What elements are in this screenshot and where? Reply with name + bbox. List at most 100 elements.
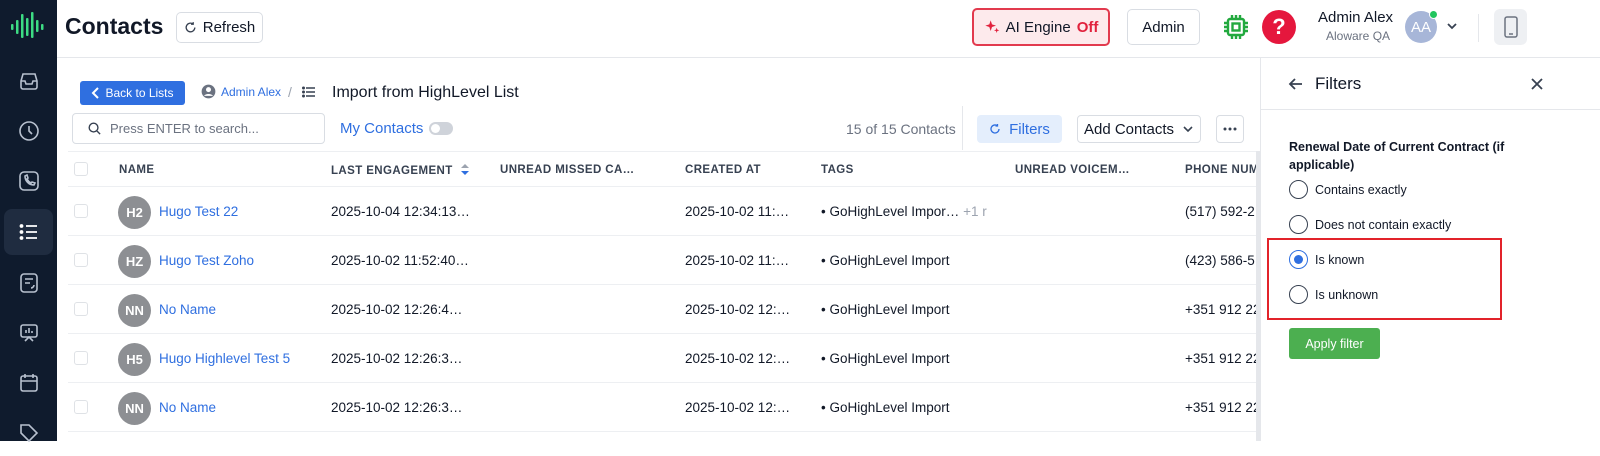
table-row[interactable]: NN No Name 2025-10-02 12:26:4… 2025-10-0… bbox=[68, 285, 1256, 334]
chip-icon[interactable] bbox=[1222, 13, 1250, 41]
tag-label: GoHighLevel Import bbox=[829, 302, 950, 317]
chevron-down-icon[interactable] bbox=[1446, 20, 1458, 32]
filters-button[interactable]: Filters bbox=[977, 115, 1062, 143]
breadcrumb-owner[interactable]: Admin Alex bbox=[201, 84, 281, 99]
column-header-created-at[interactable]: CREATED AT bbox=[685, 164, 761, 176]
sidebar-item-tags[interactable] bbox=[4, 410, 53, 456]
filter-option-contains-exactly[interactable]: Contains exactly bbox=[1289, 180, 1407, 199]
phone-cell: (517) 592-2 bbox=[1185, 204, 1255, 219]
ai-engine-button[interactable]: AI Engine Off bbox=[972, 8, 1110, 46]
select-all-checkbox[interactable] bbox=[74, 162, 88, 176]
arrow-left-icon[interactable] bbox=[1288, 76, 1304, 92]
radio-button[interactable] bbox=[1289, 180, 1308, 199]
breadcrumb-owner-label: Admin Alex bbox=[221, 84, 282, 99]
help-icon[interactable]: ? bbox=[1262, 10, 1296, 44]
table-row[interactable]: NN No Name 2025-10-02 12:26:3… 2025-10-0… bbox=[68, 383, 1256, 432]
refresh-button[interactable]: Refresh bbox=[176, 12, 263, 43]
table-header: NAME LAST ENGAGEMENT UNREAD MISSED CA… C… bbox=[68, 151, 1256, 187]
chevron-down-icon bbox=[1183, 126, 1193, 133]
apply-filter-button[interactable]: Apply filter bbox=[1289, 328, 1380, 359]
user-circle-icon bbox=[201, 84, 216, 99]
phone-cell: +351 912 22 bbox=[1185, 351, 1256, 366]
sort-icon[interactable] bbox=[461, 164, 470, 175]
filters-label: Filters bbox=[1009, 120, 1050, 138]
row-checkbox[interactable] bbox=[74, 204, 88, 218]
radio-button[interactable] bbox=[1289, 215, 1308, 234]
contacts-table: NAME LAST ENGAGEMENT UNREAD MISSED CA… C… bbox=[68, 151, 1256, 441]
more-options-button[interactable] bbox=[1216, 115, 1244, 143]
my-contacts-toggle[interactable] bbox=[429, 122, 453, 135]
list-icon bbox=[302, 86, 315, 98]
column-header-phone-number[interactable]: PHONE NUM bbox=[1185, 164, 1256, 176]
sidebar-item-inbox[interactable] bbox=[4, 58, 53, 104]
filters-panel-header: Filters bbox=[1261, 58, 1600, 110]
list-icon bbox=[19, 224, 37, 240]
sparkle-icon bbox=[984, 20, 999, 33]
ai-engine-label: AI Engine bbox=[1005, 18, 1071, 36]
sidebar-item-calendar[interactable] bbox=[4, 360, 53, 406]
contact-name-link[interactable]: Hugo Test 22 bbox=[159, 204, 238, 219]
phone-cell: +351 912 22 bbox=[1185, 400, 1256, 415]
more-tags-count[interactable]: +1 r bbox=[963, 204, 987, 219]
table-row[interactable]: H5 Hugo Highlevel Test 5 2025-10-02 12:2… bbox=[68, 334, 1256, 383]
sidebar-item-contacts[interactable] bbox=[4, 260, 53, 306]
table-row[interactable]: H2 Hugo Test 22 2025-10-04 12:34:13… 202… bbox=[68, 187, 1256, 236]
sidebar-item-lists[interactable] bbox=[4, 209, 53, 255]
add-contacts-button[interactable]: Add Contacts bbox=[1077, 115, 1201, 143]
close-icon[interactable] bbox=[1529, 76, 1545, 92]
tag-label: GoHighLevel Import bbox=[829, 351, 950, 366]
column-header-unread-voicemails[interactable]: UNREAD VOICEM… bbox=[1015, 164, 1130, 176]
sidebar-item-reports[interactable] bbox=[4, 310, 53, 356]
highlight-box bbox=[1267, 238, 1502, 320]
add-contacts-label: Add Contacts bbox=[1083, 120, 1175, 138]
column-header-unread-missed-calls[interactable]: UNREAD MISSED CA… bbox=[500, 164, 635, 176]
column-header-name[interactable]: NAME bbox=[119, 164, 154, 176]
sidebar bbox=[0, 0, 57, 443]
created-at-cell: 2025-10-02 12:… bbox=[685, 302, 791, 317]
filters-panel: Filters Renewal Date of Current Contract… bbox=[1260, 58, 1600, 441]
refresh-icon bbox=[185, 22, 196, 33]
divider bbox=[1478, 14, 1479, 42]
my-contacts-label[interactable]: My Contacts bbox=[340, 120, 423, 137]
tags-cell: • GoHighLevel Import bbox=[821, 351, 950, 366]
column-header-last-engagement[interactable]: LAST ENGAGEMENT bbox=[331, 164, 470, 177]
filter-option-does-not-contain-exactly[interactable]: Does not contain exactly bbox=[1289, 215, 1451, 234]
back-to-lists-button[interactable]: Back to Lists bbox=[80, 81, 185, 105]
column-header-tags[interactable]: TAGS bbox=[821, 164, 854, 176]
calendar-icon bbox=[19, 374, 38, 392]
presentation-icon bbox=[19, 324, 38, 342]
dialer-button[interactable] bbox=[1494, 9, 1527, 45]
aloware-logo-icon[interactable] bbox=[8, 8, 48, 44]
back-to-lists-label: Back to Lists bbox=[105, 86, 174, 100]
phone-cell: (423) 586-5 bbox=[1185, 253, 1255, 268]
created-at-cell: 2025-10-02 12:… bbox=[685, 400, 791, 415]
created-at-cell: 2025-10-02 11:… bbox=[685, 204, 790, 219]
row-checkbox[interactable] bbox=[74, 302, 88, 316]
contacts-count: 15 of 15 Contacts bbox=[846, 121, 956, 137]
row-checkbox[interactable] bbox=[74, 400, 88, 414]
user-name[interactable]: Admin Alex bbox=[1318, 9, 1393, 26]
contact-name-link[interactable]: No Name bbox=[159, 400, 216, 415]
tag-icon bbox=[19, 424, 38, 443]
tags-cell: • GoHighLevel Import bbox=[821, 302, 950, 317]
column-header-label: LAST ENGAGEMENT bbox=[331, 165, 453, 177]
created-at-cell: 2025-10-02 12:… bbox=[685, 351, 791, 366]
contact-name-link[interactable]: Hugo Test Zoho bbox=[159, 253, 254, 268]
chevron-left-icon bbox=[92, 87, 100, 99]
list-title: Import from HighLevel List bbox=[332, 84, 519, 101]
breadcrumb-separator: / bbox=[288, 84, 292, 100]
contact-name-link[interactable]: No Name bbox=[159, 302, 216, 317]
sidebar-item-calls[interactable] bbox=[4, 158, 53, 204]
row-checkbox[interactable] bbox=[74, 253, 88, 267]
search-box[interactable] bbox=[72, 113, 325, 144]
filter-option-label: Contains exactly bbox=[1315, 182, 1407, 197]
tag-label: GoHighLevel Import bbox=[829, 400, 950, 415]
tag-label: GoHighLevel Impor… bbox=[829, 204, 960, 219]
search-input[interactable] bbox=[110, 121, 310, 136]
table-row[interactable]: HZ Hugo Test Zoho 2025-10-02 11:52:40… 2… bbox=[68, 236, 1256, 285]
row-checkbox[interactable] bbox=[74, 351, 88, 365]
contact-name-link[interactable]: Hugo Highlevel Test 5 bbox=[159, 351, 290, 366]
avatar: H2 bbox=[118, 196, 151, 229]
admin-button[interactable]: Admin bbox=[1127, 9, 1200, 45]
sidebar-item-history[interactable] bbox=[4, 108, 53, 154]
